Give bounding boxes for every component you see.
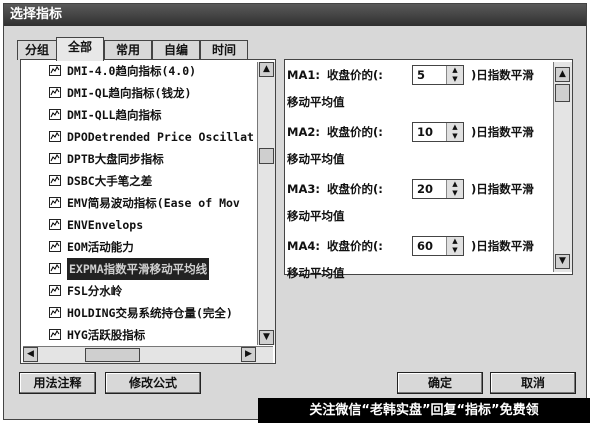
spin-arrows-icon[interactable]: ▲ ▼ — [446, 66, 463, 84]
list-item-label: DPTB大盘同步指标 — [67, 152, 164, 166]
scroll-right-button[interactable]: ▶ — [241, 347, 256, 362]
list-item[interactable]: DMI-QL趋向指标(钱龙) — [23, 82, 255, 104]
indicator-chart-icon — [49, 219, 61, 230]
indicator-chart-icon — [49, 109, 61, 120]
list-item[interactable]: DSBC大手笔之差 — [23, 170, 255, 192]
ok-button[interactable]: 确定 — [397, 372, 483, 394]
list-item[interactable]: HOLDING交易系统持仓量(完全) — [23, 302, 255, 324]
spin-arrows-icon[interactable]: ▲ ▼ — [446, 180, 463, 198]
list-item-label: HYG活跃股指标 — [67, 328, 146, 342]
list-item-label: DMI-QL趋向指标(钱龙) — [67, 86, 192, 100]
indicator-chart-icon — [49, 307, 61, 318]
param-row: MA3: 收盘价的(: 20 ▲ ▼ )日指数平滑 — [287, 178, 552, 200]
list-item[interactable]: EOM活动能力 — [23, 236, 255, 258]
param-label: 收盘价的(: — [327, 182, 383, 196]
list-item-label: DMI-4.0趋向指标(4.0) — [67, 64, 197, 78]
list-item[interactable]: DMI-4.0趋向指标(4.0) — [23, 62, 255, 82]
list-item[interactable]: FSL分水岭 — [23, 280, 255, 302]
param-value-stepper[interactable]: 10 ▲ ▼ — [412, 122, 464, 142]
tab-all[interactable]: 全部 — [56, 37, 104, 61]
list-item-selected[interactable]: EXPMA指数平滑移动平均线 — [23, 258, 255, 280]
param-label: 收盘价的(: — [327, 125, 383, 139]
list-item[interactable]: DPODetrended Price Oscillat — [23, 126, 255, 148]
indicator-chart-icon — [49, 285, 61, 296]
param-continuation: 移动平均值 — [287, 95, 345, 109]
tab-time[interactable]: 时间 — [200, 40, 248, 60]
param-value-stepper[interactable]: 20 ▲ ▼ — [412, 179, 464, 199]
param-code: MA3: — [287, 182, 320, 196]
scroll-down-button[interactable]: ▼ — [259, 330, 274, 345]
tab-custom[interactable]: 自编 — [152, 40, 200, 60]
param-suffix: )日指数平滑 — [471, 125, 534, 139]
tab-common[interactable]: 常用 — [104, 40, 152, 60]
param-suffix: )日指数平滑 — [471, 68, 534, 82]
list-item-label: DMI-QLL趋向指标 — [67, 108, 162, 122]
param-suffix: )日指数平滑 — [471, 182, 534, 196]
tab-group[interactable]: 分组 — [17, 40, 57, 60]
param-label: 收盘价的(: — [327, 68, 383, 82]
param-scroll-up-button[interactable]: ▲ — [555, 67, 570, 82]
indicator-chart-icon — [49, 329, 61, 340]
list-item[interactable]: EMV简易波动指标(Ease of Mov — [23, 192, 255, 214]
indicator-chart-icon — [49, 241, 61, 252]
spin-arrows-icon[interactable]: ▲ ▼ — [446, 237, 463, 255]
usage-notes-button[interactable]: 用法注释 — [19, 372, 96, 394]
list-item-label: EOM活动能力 — [67, 240, 134, 254]
parameter-panel: MA1: 收盘价的(: 5 ▲ ▼)日指数平滑 移动平均值 MA2: 收盘价的(: 10 ▲ ▼)日… — [284, 59, 573, 280]
list-item-label: HOLDING交易系统持仓量(完全) — [67, 306, 233, 320]
cancel-button[interactable]: 取消 — [490, 372, 576, 394]
indicator-chart-icon — [49, 153, 61, 164]
list-item-label: EXPMA指数平滑移动平均线 — [67, 258, 210, 280]
param-vertical-scrollbar[interactable]: ▲ ▼ — [553, 62, 572, 272]
indicator-chart-icon — [49, 65, 61, 76]
param-code: MA4: — [287, 239, 320, 253]
list-item-label: FSL分水岭 — [67, 284, 123, 298]
param-code: MA1: — [287, 68, 320, 82]
horizontal-scroll-thumb[interactable] — [85, 348, 140, 362]
list-item-label: DPODetrended Price Oscillat — [67, 130, 254, 144]
list-item-label: DSBC大手笔之差 — [67, 174, 153, 188]
scroll-up-button[interactable]: ▲ — [259, 62, 274, 77]
list-item[interactable]: ENVEnvelops — [23, 214, 255, 236]
dialog-title: 选择指标 — [4, 4, 586, 26]
indicator-chart-icon — [49, 197, 61, 208]
list-vertical-scrollbar[interactable]: ▲ ▼ — [257, 62, 275, 345]
param-scroll-down-button[interactable]: ▼ — [555, 254, 570, 269]
indicator-chart-icon — [49, 131, 61, 142]
list-item[interactable]: HYG活跃股指标 — [23, 324, 255, 345]
edit-formula-button[interactable]: 修改公式 — [105, 372, 201, 394]
param-row: MA4: 收盘价的(: 60 ▲ ▼ )日指数平滑 — [287, 235, 552, 257]
list-item-label: ENVEnvelops — [67, 218, 144, 232]
param-row: MA1: 收盘价的(: 5 ▲ ▼ )日指数平滑 — [287, 64, 552, 86]
list-horizontal-scrollbar[interactable]: ◀ ▶ — [23, 346, 273, 363]
param-continuation: 移动平均值 — [287, 266, 345, 280]
indicator-list-panel: DMI-4.0趋向指标(4.0) DMI-QL趋向指标(钱龙) DMI-QLL趋向指… — [20, 59, 276, 364]
list-item[interactable]: DMI-QLL趋向指标 — [23, 104, 255, 126]
param-value-stepper[interactable]: 60 ▲ ▼ — [412, 236, 464, 256]
indicator-chart-icon — [49, 263, 61, 274]
param-continuation: 移动平均值 — [287, 152, 345, 166]
select-indicator-dialog: 选择指标 分组 全部 常用 自编 时间 DMI-4.0趋向指标(4.0) DMI-… — [3, 3, 587, 420]
param-value[interactable]: 60 — [417, 237, 433, 255]
indicator-chart-icon — [49, 87, 61, 98]
scroll-left-button[interactable]: ◀ — [23, 347, 38, 362]
indicator-list[interactable]: DMI-4.0趋向指标(4.0) DMI-QL趋向指标(钱龙) DMI-QLL趋向指… — [23, 62, 255, 345]
param-value[interactable]: 10 — [417, 123, 433, 141]
list-item[interactable]: DPTB大盘同步指标 — [23, 148, 255, 170]
indicator-chart-icon — [49, 175, 61, 186]
list-item-label: EMV简易波动指标(Ease of Mov — [67, 196, 240, 210]
scroll-thumb[interactable] — [259, 148, 274, 164]
param-value[interactable]: 20 — [417, 180, 433, 198]
param-suffix: )日指数平滑 — [471, 239, 534, 253]
param-continuation: 移动平均值 — [287, 209, 345, 223]
watermark-caption: 关注微信“老韩实盘”回复“指标”免费领 — [258, 398, 590, 423]
param-label: 收盘价的(: — [327, 239, 383, 253]
param-value[interactable]: 5 — [417, 66, 425, 84]
param-row: MA2: 收盘价的(: 10 ▲ ▼ )日指数平滑 — [287, 121, 552, 143]
param-scroll-thumb[interactable] — [555, 84, 570, 102]
param-code: MA2: — [287, 125, 320, 139]
spin-arrows-icon[interactable]: ▲ ▼ — [446, 123, 463, 141]
param-value-stepper[interactable]: 5 ▲ ▼ — [412, 65, 464, 85]
